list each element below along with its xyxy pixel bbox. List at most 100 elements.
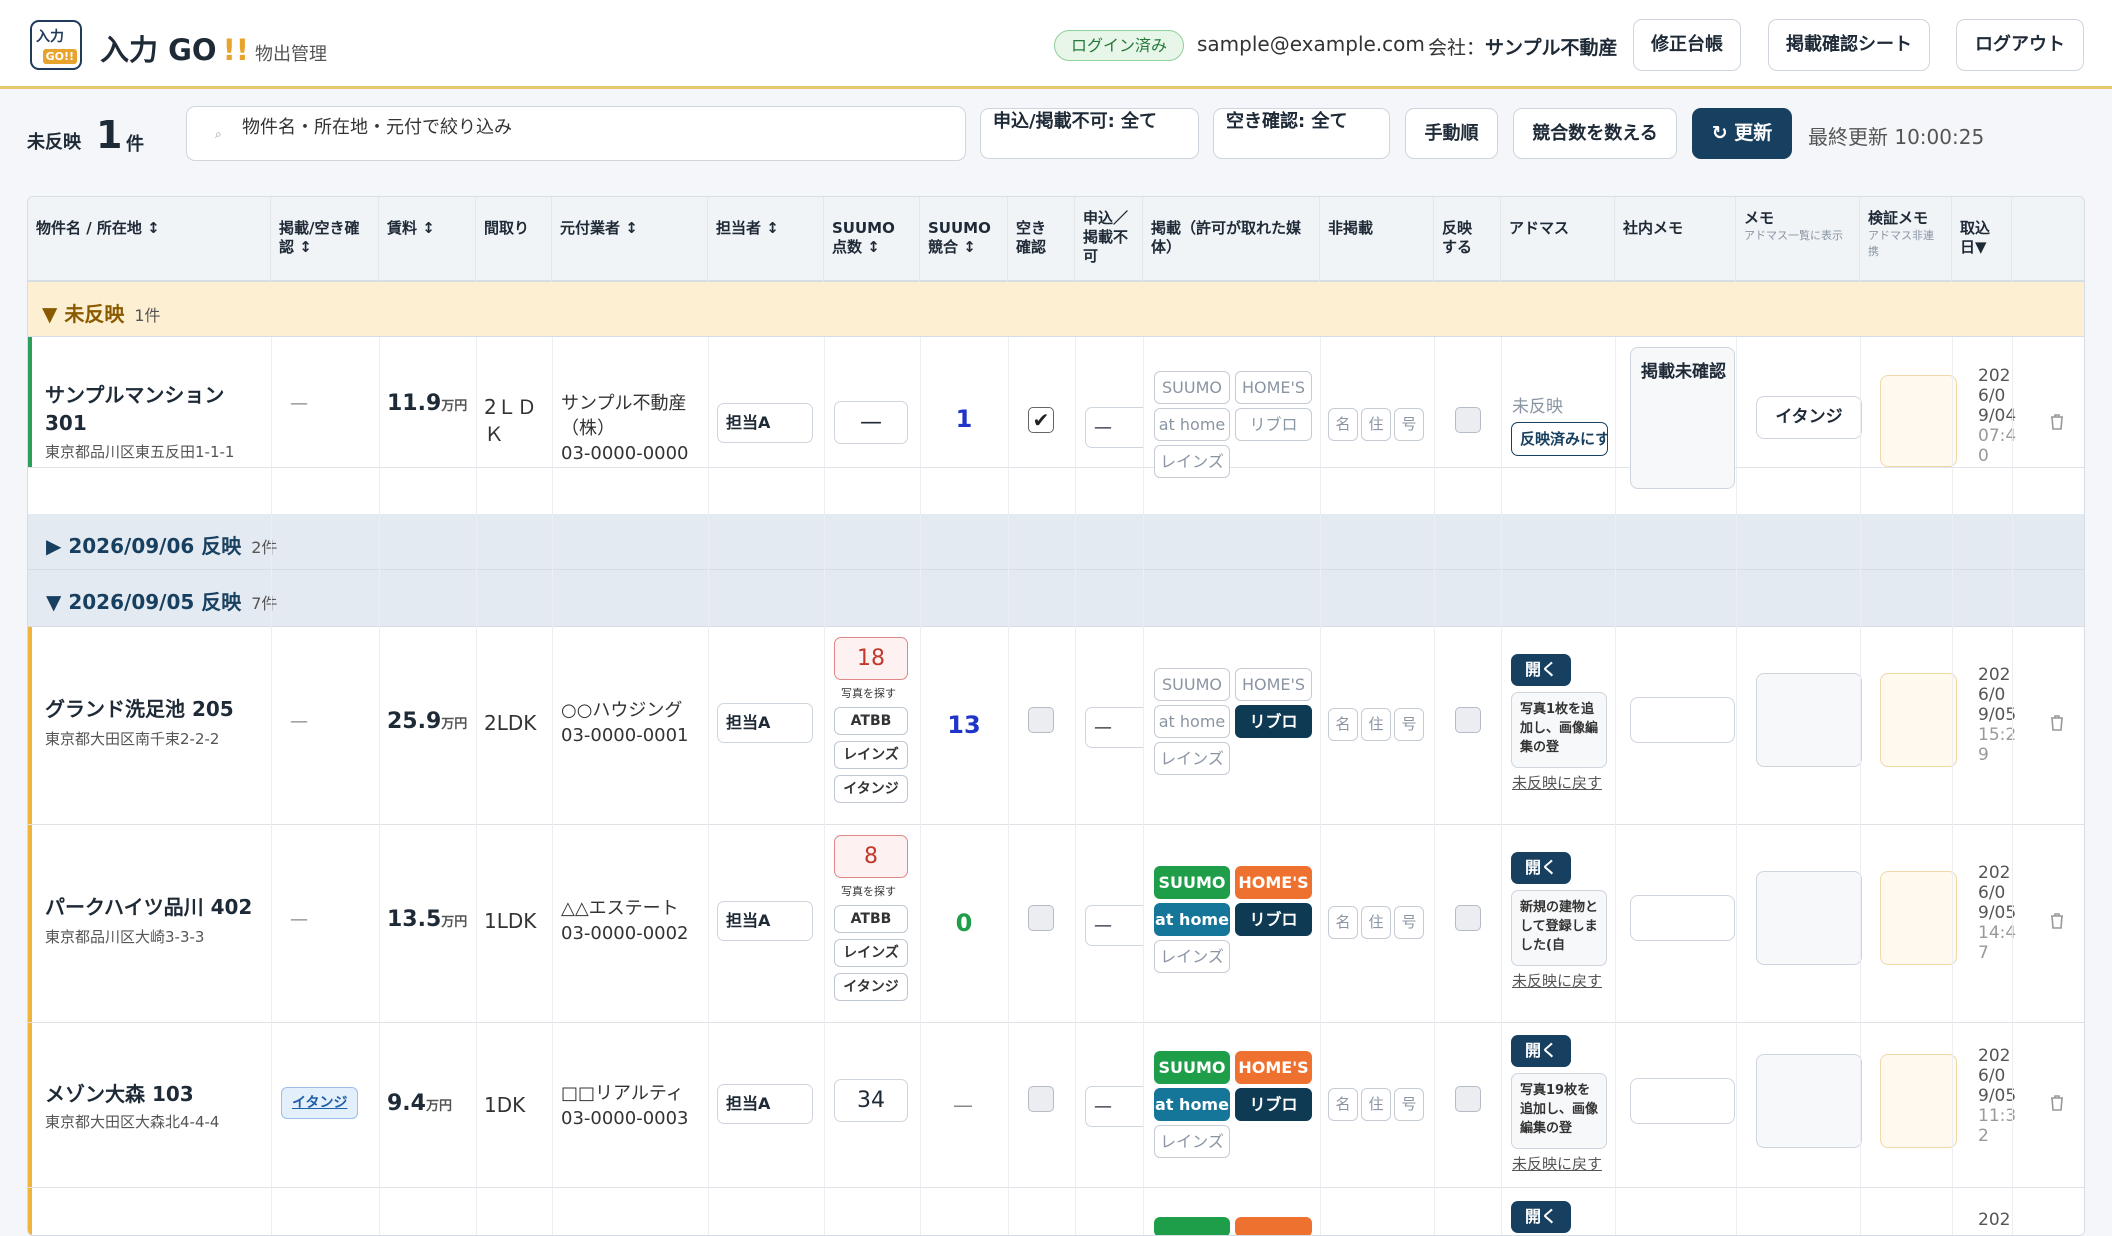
media-suumo[interactable]: SUUMO	[1154, 1051, 1230, 1084]
suumo-score-input[interactable]: —	[834, 401, 908, 444]
reins-button[interactable]: レインズ	[834, 939, 908, 967]
section-date-0905[interactable]: ▼ 2026/09/05 反映 7件	[28, 570, 2084, 627]
application-filter-select[interactable]: 申込/掲載不可: 全て	[980, 108, 1199, 159]
vacancy-checkbox[interactable]	[1028, 905, 1054, 931]
non-listing-address-chip[interactable]: 住	[1361, 408, 1391, 441]
media-reins[interactable]: レインズ	[1154, 742, 1230, 775]
delete-icon[interactable]	[2049, 412, 2065, 431]
media-suumo[interactable]	[1154, 1217, 1230, 1235]
mark-reflected-button[interactable]: 反映済みにする	[1511, 422, 1608, 456]
photo-search-link[interactable]: 写真を探す	[841, 685, 896, 701]
media-homes[interactable]: HOME'S	[1235, 668, 1312, 701]
non-listing-number-chip[interactable]: 号	[1394, 1088, 1424, 1121]
non-listing-address-chip[interactable]: 住	[1361, 1088, 1391, 1121]
assignee-select[interactable]: 担当A	[717, 901, 813, 941]
non-listing-name-chip[interactable]: 名	[1328, 708, 1358, 741]
photo-search-link[interactable]: 写真を探す	[841, 883, 896, 899]
media-reins[interactable]: レインズ	[1154, 940, 1230, 973]
application-input[interactable]: —	[1085, 1086, 1143, 1127]
itanji-button[interactable]: イタンジ	[834, 775, 908, 803]
search-input[interactable]: ⌕ 物件名・所在地・元付で絞り込み	[186, 106, 966, 161]
reflect-checkbox[interactable]	[1455, 905, 1481, 931]
media-reins[interactable]: レインズ	[1154, 445, 1230, 478]
reins-button[interactable]: レインズ	[834, 741, 908, 769]
assignee-select[interactable]: 担当A	[717, 1084, 813, 1124]
media-athome[interactable]: at home	[1154, 408, 1230, 441]
non-listing-name-chip[interactable]: 名	[1328, 906, 1358, 939]
vacancy-checkbox[interactable]	[1028, 1086, 1054, 1112]
section-date-0906[interactable]: ▶ 2026/09/06 反映 2件	[28, 514, 2084, 570]
suumo-score-input[interactable]: 8	[834, 835, 908, 878]
atbb-button[interactable]: ATBB	[834, 707, 908, 735]
assignee-select[interactable]: 担当A	[717, 403, 813, 443]
revert-unreflected-link[interactable]: 未反映に戻す	[1512, 1153, 1602, 1174]
count-competitors-button[interactable]: 競合数を数える	[1513, 108, 1677, 159]
media-suumo[interactable]: SUUMO	[1154, 866, 1230, 899]
col-header-status[interactable]: 掲載/空き確認 ↕	[271, 197, 379, 282]
manual-order-button[interactable]: 手動順	[1405, 108, 1498, 159]
verify-memo-field[interactable]	[1880, 1054, 1957, 1148]
delete-icon[interactable]	[2049, 911, 2065, 930]
section-unreflected[interactable]: ▼ 未反映 1件	[28, 282, 2084, 337]
application-input[interactable]: —	[1085, 707, 1143, 748]
col-header-name[interactable]: 物件名 / 所在地 ↕	[28, 197, 271, 282]
revert-unreflected-link[interactable]: 未反映に戻す	[1512, 970, 1602, 991]
media-athome[interactable]: at home	[1154, 903, 1230, 936]
adomas-open-button[interactable]: 開く	[1511, 1035, 1571, 1067]
media-athome[interactable]: at home	[1154, 1088, 1230, 1121]
non-listing-number-chip[interactable]: 号	[1394, 906, 1424, 939]
status-itanji-tag[interactable]: イタンジ	[281, 1087, 359, 1119]
media-homes[interactable]	[1235, 1217, 1312, 1235]
verify-memo-field[interactable]	[1880, 673, 1957, 767]
revert-unreflected-link[interactable]: 未反映に戻す	[1512, 772, 1602, 793]
memo-field[interactable]: イタンジ	[1756, 396, 1862, 439]
media-homes[interactable]: HOME'S	[1235, 371, 1312, 404]
non-listing-number-chip[interactable]: 号	[1394, 408, 1424, 441]
delete-icon[interactable]	[2049, 713, 2065, 732]
media-homes[interactable]: HOME'S	[1235, 866, 1312, 899]
reflect-checkbox[interactable]	[1455, 407, 1481, 433]
non-listing-name-chip[interactable]: 名	[1328, 408, 1358, 441]
vacancy-checkbox[interactable]	[1028, 707, 1054, 733]
memo-field[interactable]	[1756, 673, 1862, 767]
non-listing-name-chip[interactable]: 名	[1328, 1088, 1358, 1121]
memo-field[interactable]	[1756, 871, 1862, 965]
adomas-open-button[interactable]: 開く	[1511, 1201, 1571, 1233]
verify-memo-field[interactable]	[1880, 375, 1957, 467]
reflect-checkbox[interactable]	[1455, 1086, 1481, 1112]
logout-button[interactable]: ログアウト	[1956, 19, 2084, 71]
correction-ledger-button[interactable]: 修正台帳	[1633, 19, 1741, 71]
internal-memo-field[interactable]	[1630, 1078, 1735, 1124]
media-suumo[interactable]: SUUMO	[1154, 668, 1230, 701]
assignee-select[interactable]: 担当A	[717, 703, 813, 743]
internal-memo-field[interactable]: 掲載未確認	[1630, 347, 1735, 489]
memo-field[interactable]	[1756, 1054, 1862, 1148]
adomas-open-button[interactable]: 開く	[1511, 852, 1571, 884]
col-header-suumo-competitors[interactable]: SUUMO 競合 ↕	[920, 197, 1008, 282]
suumo-score-input[interactable]: 34	[834, 1079, 908, 1122]
media-ribro[interactable]: リブロ	[1235, 705, 1312, 738]
delete-icon[interactable]	[2049, 1093, 2065, 1112]
internal-memo-field[interactable]	[1630, 895, 1735, 941]
vacancy-checkbox[interactable]: ✔	[1028, 407, 1054, 433]
refresh-button[interactable]: ↻ 更新	[1692, 108, 1792, 159]
non-listing-number-chip[interactable]: 号	[1394, 708, 1424, 741]
application-input[interactable]: —	[1085, 407, 1143, 448]
atbb-button[interactable]: ATBB	[834, 905, 908, 933]
col-header-agent[interactable]: 元付業者 ↕	[552, 197, 708, 282]
reflect-checkbox[interactable]	[1455, 707, 1481, 733]
col-header-import-date[interactable]: 取込日▼	[1952, 197, 2012, 282]
media-ribro[interactable]: リブロ	[1235, 408, 1312, 441]
application-input[interactable]: —	[1085, 905, 1143, 946]
non-listing-address-chip[interactable]: 住	[1361, 708, 1391, 741]
col-header-suumo-score[interactable]: SUUMO 点数 ↕	[824, 197, 920, 282]
adomas-open-button[interactable]: 開く	[1511, 654, 1571, 686]
suumo-score-input[interactable]: 18	[834, 637, 908, 680]
verify-memo-field[interactable]	[1880, 871, 1957, 965]
itanji-button[interactable]: イタンジ	[834, 973, 908, 1001]
col-header-rent[interactable]: 賃料 ↕	[379, 197, 476, 282]
media-suumo[interactable]: SUUMO	[1154, 371, 1230, 404]
internal-memo-field[interactable]	[1630, 697, 1735, 743]
non-listing-address-chip[interactable]: 住	[1361, 906, 1391, 939]
media-reins[interactable]: レインズ	[1154, 1125, 1230, 1158]
